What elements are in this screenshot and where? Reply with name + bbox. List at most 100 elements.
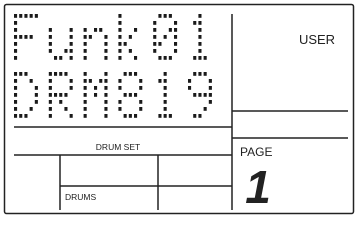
matrix-dot bbox=[118, 14, 122, 18]
matrix-dot bbox=[118, 79, 122, 83]
matrix-dot bbox=[128, 72, 132, 76]
matrix-dot bbox=[158, 114, 162, 118]
matrix-dot bbox=[123, 42, 127, 46]
matrix-dot bbox=[203, 107, 207, 111]
matrix-dot bbox=[19, 72, 23, 76]
matrix-dot bbox=[14, 100, 18, 104]
matrix-dot bbox=[208, 93, 212, 97]
matrix-char bbox=[118, 14, 138, 60]
matrix-dot bbox=[118, 107, 122, 111]
matrix-dot bbox=[54, 93, 58, 97]
matrix-dot bbox=[69, 42, 73, 46]
matrix-dot bbox=[29, 107, 33, 111]
matrix-char bbox=[193, 14, 207, 60]
matrix-dot bbox=[168, 114, 172, 118]
matrix-char bbox=[48, 72, 73, 118]
matrix-dot bbox=[193, 21, 197, 25]
matrix-dot bbox=[188, 86, 192, 90]
matrix-dot bbox=[163, 86, 167, 90]
matrix-dot bbox=[14, 14, 18, 18]
matrix-dot bbox=[69, 79, 73, 83]
matrix-dot bbox=[69, 49, 73, 53]
matrix-dot bbox=[193, 56, 197, 60]
matrix-dot bbox=[158, 42, 162, 46]
mode-label: USER bbox=[299, 32, 335, 47]
matrix-dot bbox=[174, 35, 178, 39]
matrix-dot bbox=[19, 14, 23, 18]
matrix-dot bbox=[19, 35, 23, 39]
page-label: PAGE bbox=[240, 145, 272, 159]
matrix-dot bbox=[59, 93, 63, 97]
matrix-dot bbox=[99, 28, 103, 32]
matrix-dot bbox=[203, 56, 207, 60]
matrix-dot bbox=[83, 56, 87, 60]
matrix-dot bbox=[208, 100, 212, 104]
matrix-dot bbox=[14, 79, 18, 83]
matrix-dot bbox=[14, 35, 18, 39]
matrix-dot bbox=[203, 93, 207, 97]
matrix-dot bbox=[198, 28, 202, 32]
matrix-dot bbox=[163, 79, 167, 83]
matrix-dot bbox=[198, 35, 202, 39]
matrix-dot bbox=[29, 35, 33, 39]
lcd-grid-lines bbox=[14, 14, 348, 210]
matrix-dot bbox=[158, 79, 162, 83]
matrix-dot bbox=[94, 28, 98, 32]
matrix-dot bbox=[14, 49, 18, 53]
matrix-dot bbox=[19, 114, 23, 118]
matrix-dot bbox=[54, 72, 58, 76]
matrix-dot bbox=[134, 93, 138, 97]
matrix-dot bbox=[83, 107, 87, 111]
matrix-dot bbox=[48, 72, 52, 76]
matrix-dot bbox=[94, 86, 98, 90]
matrix-dot bbox=[83, 72, 87, 76]
matrix-dot bbox=[163, 56, 167, 60]
matrix-dot bbox=[83, 93, 87, 97]
matrix-dot bbox=[48, 100, 52, 104]
matrix-dot bbox=[48, 42, 52, 46]
matrix-dot bbox=[174, 42, 178, 46]
matrix-dot bbox=[163, 114, 167, 118]
matrix-dot bbox=[174, 49, 178, 53]
matrix-dot bbox=[14, 93, 18, 97]
matrix-dot bbox=[174, 21, 178, 25]
matrix-dot bbox=[198, 21, 202, 25]
matrix-dot bbox=[139, 100, 143, 104]
matrix-dot bbox=[34, 93, 38, 97]
matrix-dot bbox=[48, 114, 52, 118]
matrix-dot bbox=[128, 35, 132, 39]
matrix-dot bbox=[69, 35, 73, 39]
matrix-dot bbox=[104, 72, 108, 76]
matrix-dot bbox=[163, 107, 167, 111]
matrix-dot bbox=[153, 28, 157, 32]
matrix-dot bbox=[48, 107, 52, 111]
matrix-dot bbox=[59, 100, 63, 104]
matrix-dot bbox=[123, 114, 127, 118]
part-label: DRUMS bbox=[65, 192, 96, 202]
matrix-dot bbox=[198, 93, 202, 97]
matrix-dot bbox=[24, 35, 28, 39]
matrix-dot bbox=[64, 72, 68, 76]
matrix-dot bbox=[14, 42, 18, 46]
matrix-char bbox=[188, 72, 212, 118]
matrix-dot bbox=[54, 56, 58, 60]
matrix-dot bbox=[24, 14, 28, 18]
matrix-dot bbox=[134, 56, 138, 60]
matrix-dot bbox=[188, 79, 192, 83]
matrix-dot bbox=[14, 107, 18, 111]
matrix-dot bbox=[24, 114, 28, 118]
matrix-dot bbox=[14, 21, 18, 25]
matrix-dot bbox=[193, 114, 197, 118]
matrix-dot bbox=[64, 107, 68, 111]
matrix-dot bbox=[104, 93, 108, 97]
matrix-dot bbox=[158, 56, 162, 60]
matrix-dot bbox=[14, 56, 18, 60]
matrix-dot bbox=[69, 114, 73, 118]
matrix-dot bbox=[198, 49, 202, 53]
matrix-dot bbox=[203, 72, 207, 76]
matrix-dot bbox=[163, 100, 167, 104]
matrix-dot bbox=[128, 93, 132, 97]
matrix-dot bbox=[64, 49, 68, 53]
matrix-dot bbox=[83, 28, 87, 32]
matrix-dot bbox=[118, 56, 122, 60]
